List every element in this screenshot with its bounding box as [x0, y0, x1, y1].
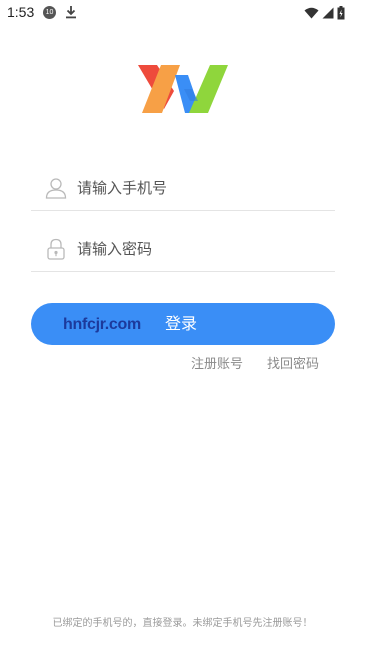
lock-icon [47, 238, 65, 260]
login-button[interactable]: hnfcjr.com 登录 [31, 303, 335, 345]
login-button-label: 登录 [165, 314, 198, 333]
phone-input[interactable] [77, 174, 327, 202]
notification-badge: 10 [43, 6, 56, 19]
status-bar: 1:53 10 [0, 0, 365, 26]
cellular-signal-icon [322, 7, 334, 19]
wifi-icon [304, 7, 319, 19]
recover-password-link[interactable]: 找回密码 [267, 353, 319, 372]
phone-field [31, 168, 335, 211]
download-icon [66, 6, 76, 19]
status-icons [304, 6, 345, 20]
password-input[interactable] [77, 235, 327, 263]
status-time: 1:53 [7, 4, 35, 20]
password-field [31, 229, 335, 272]
user-icon [45, 178, 67, 199]
register-link[interactable]: 注册账号 [191, 353, 243, 372]
app-logo [138, 65, 228, 113]
watermark-text: hnfcjr.com [63, 316, 141, 333]
battery-icon [337, 6, 345, 20]
footer-note: 已绑定的手机号的，直接登录。未绑定手机号先注册账号！ [52, 618, 313, 629]
